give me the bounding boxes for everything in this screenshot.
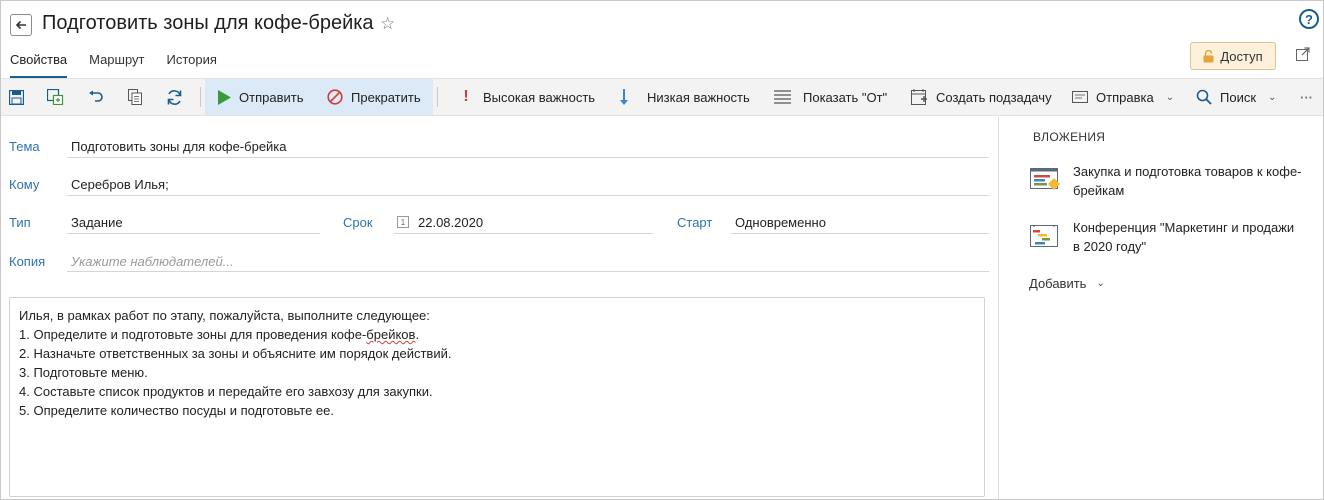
stop-button[interactable]: Прекратить [327,79,421,115]
save-icon [9,89,24,105]
exclamation-icon: ! [463,88,469,105]
subject-label: Тема [9,139,40,154]
description-line: 2. Назначьте ответственных за зоны и объ… [19,346,452,361]
back-button[interactable] [10,14,32,36]
deadline-label: Срок [343,215,373,230]
attachments-heading: ВЛОЖЕНИЯ [1033,130,1106,144]
type-label: Тип [9,215,31,230]
refresh-button[interactable] [166,79,183,115]
cc-underline [67,271,989,272]
send-button[interactable]: Отправить [218,79,303,115]
high-importance-button[interactable]: ! Высокая важность [457,79,595,115]
undo-button[interactable] [88,79,104,115]
more-button[interactable]: ··· [1300,79,1313,115]
start-field[interactable]: Одновременно [735,215,826,230]
show-from-button[interactable]: Показать "От" [774,79,887,115]
create-subtask-label: Создать подзадачу [936,89,1052,105]
prohibited-icon [327,89,343,105]
save-and-close-button[interactable] [47,79,64,115]
toolbar-separator [200,87,201,107]
access-button[interactable]: Доступ [1190,42,1276,70]
subject-underline [67,157,989,158]
deadline-underline [394,233,653,234]
tab-properties[interactable]: Свойства [10,52,68,79]
tab-bar: Свойства Маршрут История [10,52,239,79]
arrow-down-icon [620,88,628,105]
description-line: Илья, в рамках работ по этапу, пожалуйст… [19,308,430,323]
search-icon [1196,89,1212,105]
deadline-field[interactable]: 22.08.2020 [418,215,483,230]
toolbar-separator [437,87,438,107]
chevron-down-icon: ⌄ [1268,91,1277,103]
cc-label: Копия [9,254,46,269]
chart-document-icon [1030,168,1060,190]
sending-icon [1072,91,1088,103]
description-text: 1. Определите и подготовьте зоны для про… [19,327,367,342]
start-underline [731,233,989,234]
start-label: Старт [677,215,713,230]
save-button[interactable] [9,79,24,115]
access-button-label: Доступ [1220,48,1263,64]
tab-route[interactable]: Маршрут [89,52,144,79]
attachment-label: Конференция "Маркетинг и продажи в 2020 … [1073,220,1295,254]
type-underline [67,233,320,234]
misspelled-word: брейков [366,327,416,342]
gantt-document-icon [1030,225,1058,247]
type-field[interactable]: Задание [71,215,123,230]
high-importance-label: Высокая важность [483,89,596,105]
chevron-down-icon: ⌄ [1096,278,1105,289]
add-attachment-label: Добавить [1029,276,1087,291]
to-underline [67,195,989,196]
description-line: 5. Определите количество посуды и подгот… [19,403,334,418]
stop-button-label: Прекратить [351,89,421,105]
search-dropdown[interactable]: Поиск ⌄ [1196,79,1276,115]
to-field[interactable]: Серебров Илья; [71,177,169,192]
low-importance-button[interactable]: Низкая важность [619,79,750,115]
sending-dropdown[interactable]: Отправка ⌄ [1072,79,1174,115]
toolbar: Отправить Прекратить ! Высокая важность … [1,78,1323,116]
search-label: Поиск [1220,89,1257,105]
list-icon [774,90,791,104]
show-from-label: Показать "От" [803,89,888,105]
to-label: Кому [9,177,40,192]
lock-icon [1203,49,1214,62]
arrow-left-icon [15,20,26,30]
description-line: 3. Подготовьте меню. [19,365,148,380]
popout-icon[interactable] [1296,47,1310,61]
cc-field[interactable]: Укажите наблюдателей... [71,254,234,269]
description-line: 4. Составьте список продуктов и передайт… [19,384,433,399]
copy-icon [128,89,142,105]
create-subtask-button[interactable]: Создать подзадачу [911,79,1052,115]
task-description-textarea[interactable]: Илья, в рамках работ по этапу, пожалуйст… [9,297,985,497]
chevron-down-icon: ⌄ [1165,91,1175,103]
description-line: 1. Определите и подготовьте зоны для про… [19,325,975,344]
subtask-icon [911,89,927,105]
side-panel-divider [998,117,999,499]
description-text: . [415,327,420,342]
help-icon[interactable]: ? [1299,9,1319,29]
subject-field[interactable]: Подготовить зоны для кофе-брейка [71,139,287,154]
star-outline-icon[interactable]: ☆ [380,14,395,34]
copy-button[interactable] [128,79,142,115]
add-attachment-button[interactable]: Добавить ⌄ [1029,276,1105,291]
low-importance-label: Низкая важность [647,89,750,105]
play-icon [218,89,231,105]
tab-history[interactable]: История [167,52,217,79]
sending-label: Отправка [1096,89,1154,105]
save-close-icon [47,89,64,105]
undo-icon [89,90,103,102]
page-title: Подготовить зоны для кофе-брейка [42,12,374,34]
send-button-label: Отправить [239,89,304,105]
attachment-label: Закупка и подготовка товаров к кофе-брей… [1073,164,1302,198]
calendar-icon[interactable]: 1 [397,216,409,228]
refresh-icon [167,89,182,105]
